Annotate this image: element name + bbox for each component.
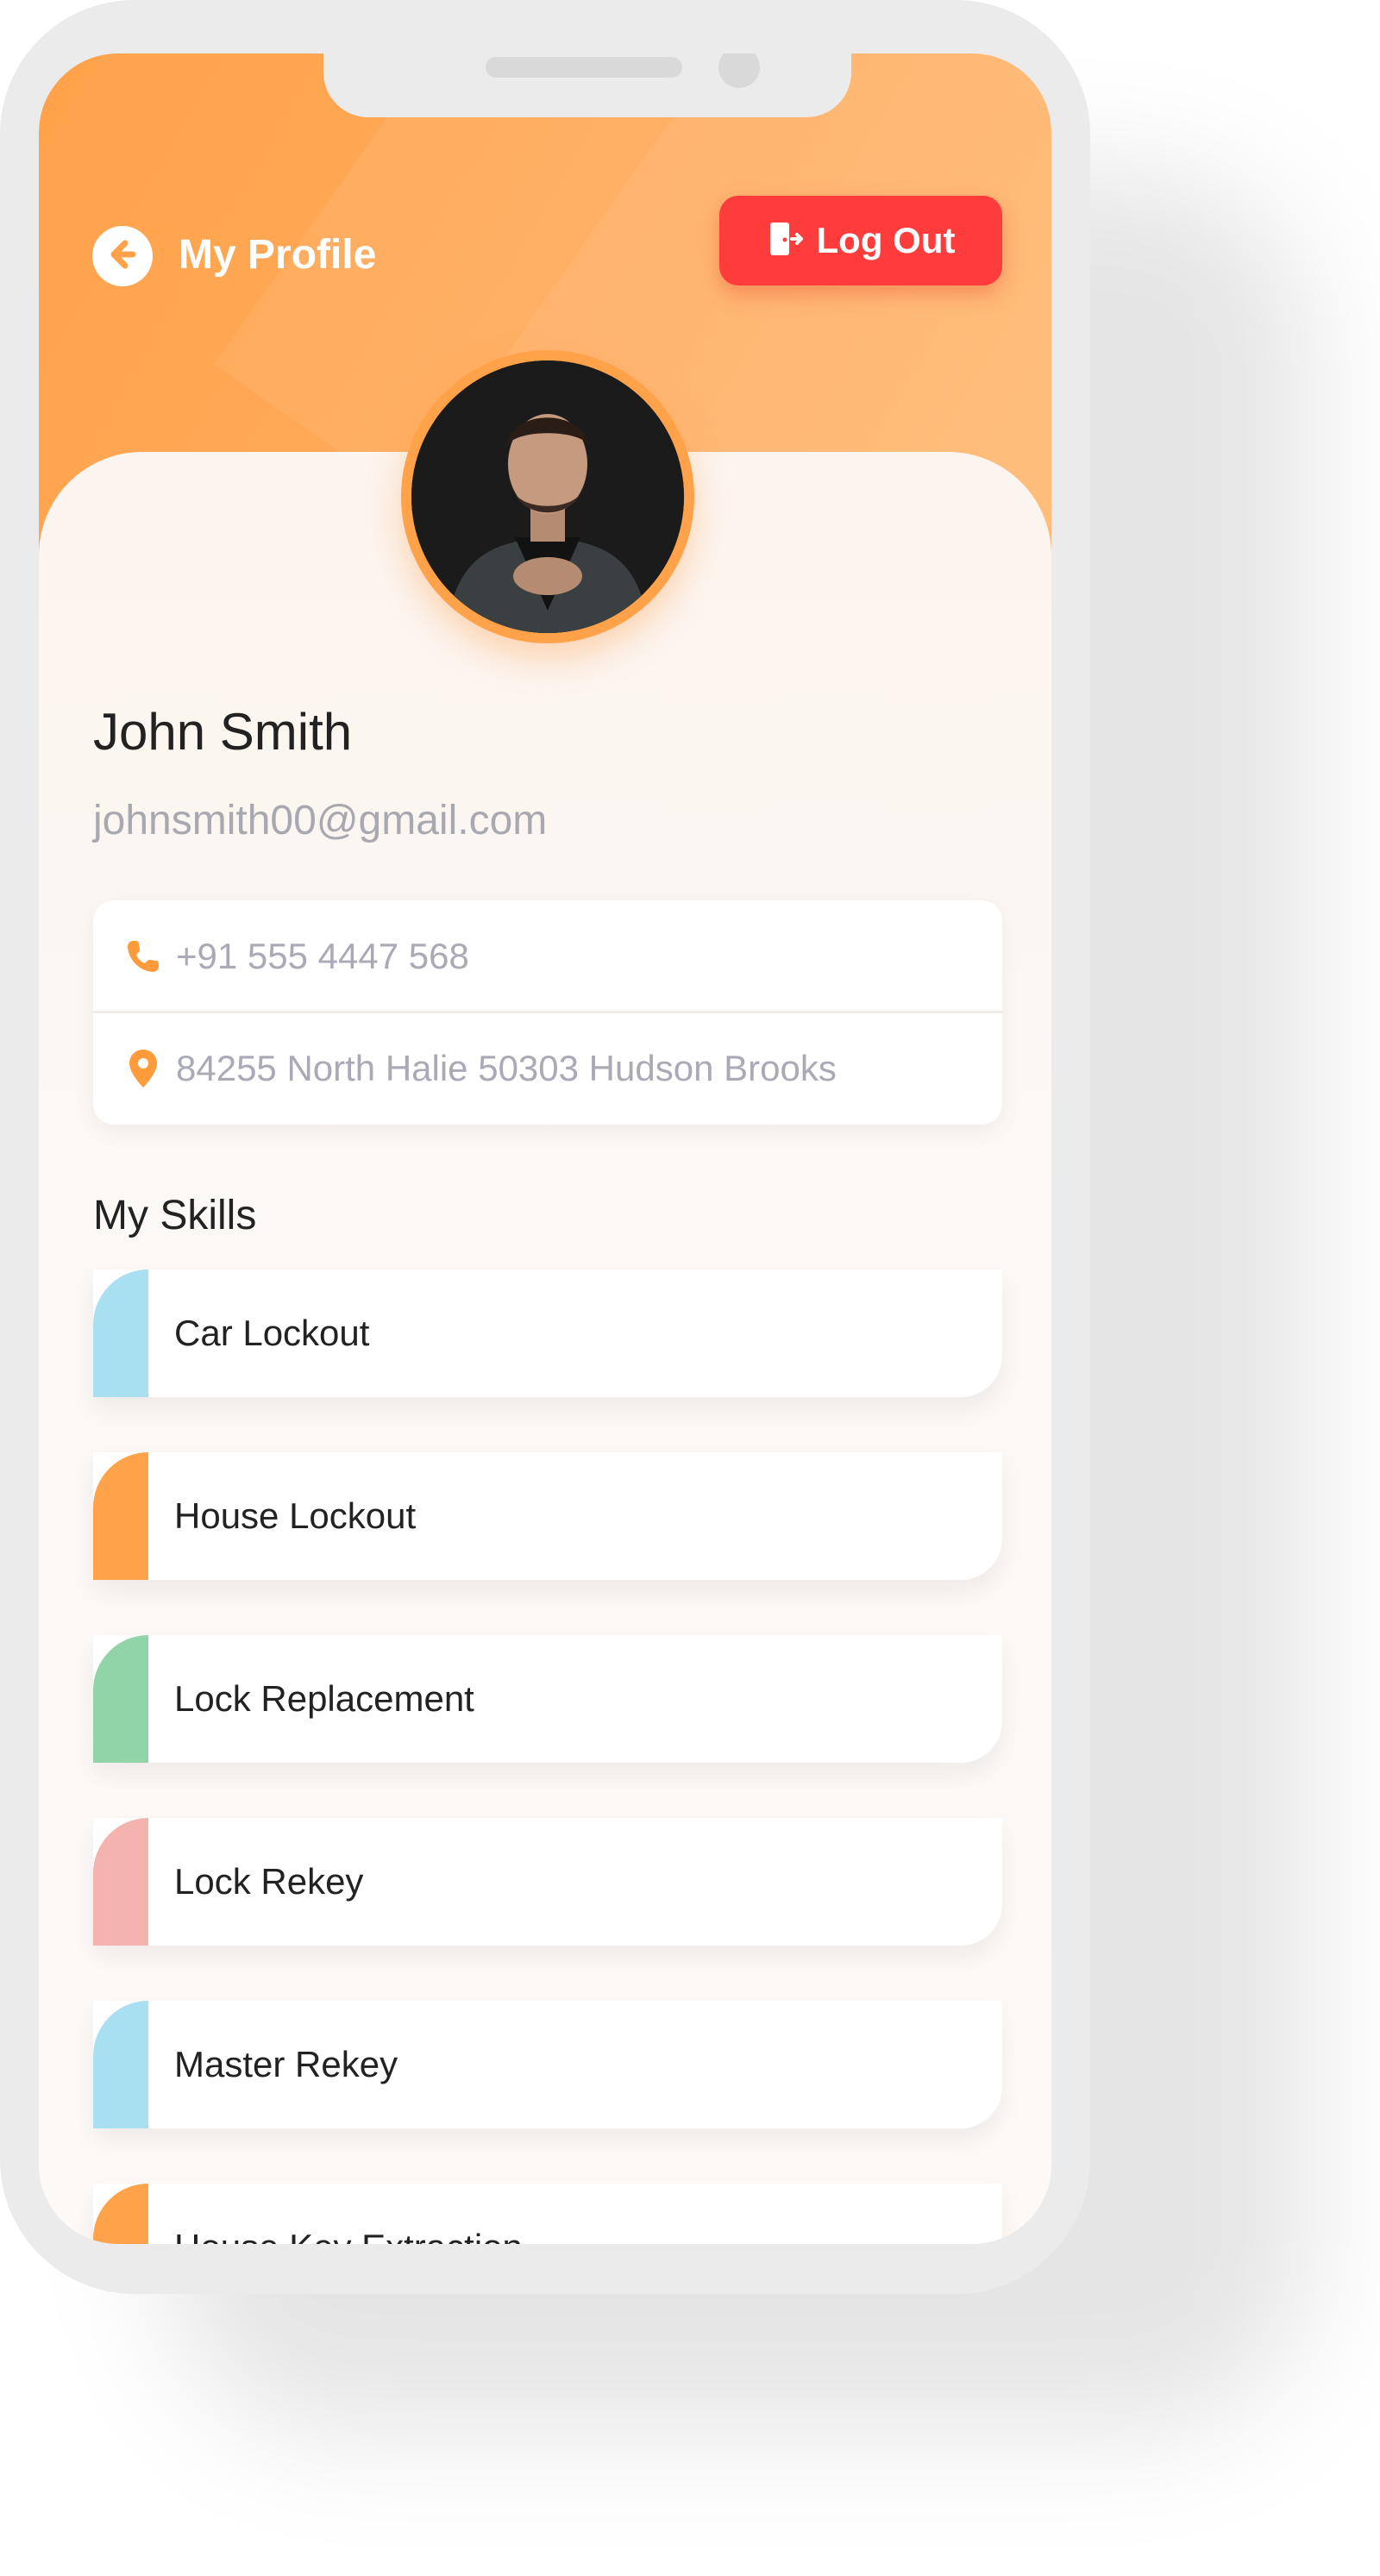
- door-exit-icon: [767, 220, 805, 262]
- skills-title: My Skills: [93, 1193, 257, 1238]
- logout-label: Log Out: [816, 220, 956, 260]
- skill-accent: [93, 2184, 148, 2244]
- contact-card: +91 555 4447 568 84255 North Halie 50303…: [93, 900, 1002, 1125]
- logout-button[interactable]: Log Out: [719, 196, 1002, 285]
- skill-item[interactable]: Car Lockout: [93, 1269, 1002, 1397]
- skill-label: Master Rekey: [174, 2044, 398, 2084]
- skill-label: Lock Replacement: [174, 1678, 474, 1719]
- page-title: My Profile: [179, 232, 377, 278]
- phone-number: +91 555 4447 568: [176, 936, 469, 976]
- phone-notch: [323, 53, 851, 117]
- skill-accent: [93, 1818, 148, 1946]
- phone-frame: My Profile Log Out John Smith johnsmith0…: [0, 0, 1090, 2294]
- phone-icon: [117, 937, 169, 975]
- skill-item[interactable]: House Key Extraction: [93, 2184, 1002, 2244]
- avatar-photo: [411, 360, 684, 633]
- profile-name: John Smith: [93, 703, 353, 761]
- profile-email: johnsmith00@gmail.com: [93, 798, 548, 843]
- skill-accent: [93, 2001, 148, 2128]
- avatar[interactable]: [401, 350, 694, 643]
- map-pin-icon: [117, 1048, 169, 1089]
- skill-item[interactable]: Master Rekey: [93, 2001, 1002, 2128]
- address-row[interactable]: 84255 North Halie 50303 Hudson Brooks: [93, 1012, 1002, 1125]
- address-text: 84255 North Halie 50303 Hudson Brooks: [176, 1048, 837, 1088]
- skill-label: Car Lockout: [174, 1313, 370, 1353]
- skill-item[interactable]: Lock Rekey: [93, 1818, 1002, 1946]
- front-camera: [718, 53, 760, 88]
- phone-row[interactable]: +91 555 4447 568: [93, 900, 1002, 1012]
- phone-screen: My Profile Log Out John Smith johnsmith0…: [39, 53, 1051, 2244]
- mockup-stage: My Profile Log Out John Smith johnsmith0…: [0, 0, 1380, 2576]
- skill-accent: [93, 1269, 148, 1397]
- skill-item[interactable]: House Lockout: [93, 1452, 1002, 1580]
- skill-label: House Lockout: [174, 1495, 417, 1536]
- skill-accent: [93, 1635, 148, 1763]
- skill-label: Lock Rekey: [174, 1861, 364, 1902]
- speaker-grill: [486, 57, 682, 78]
- skill-item[interactable]: Lock Replacement: [93, 1635, 1002, 1763]
- skill-label: House Key Extraction: [174, 2184, 523, 2244]
- skill-accent: [93, 1452, 148, 1580]
- back-button[interactable]: [92, 226, 153, 286]
- arrow-left-icon: [103, 235, 142, 279]
